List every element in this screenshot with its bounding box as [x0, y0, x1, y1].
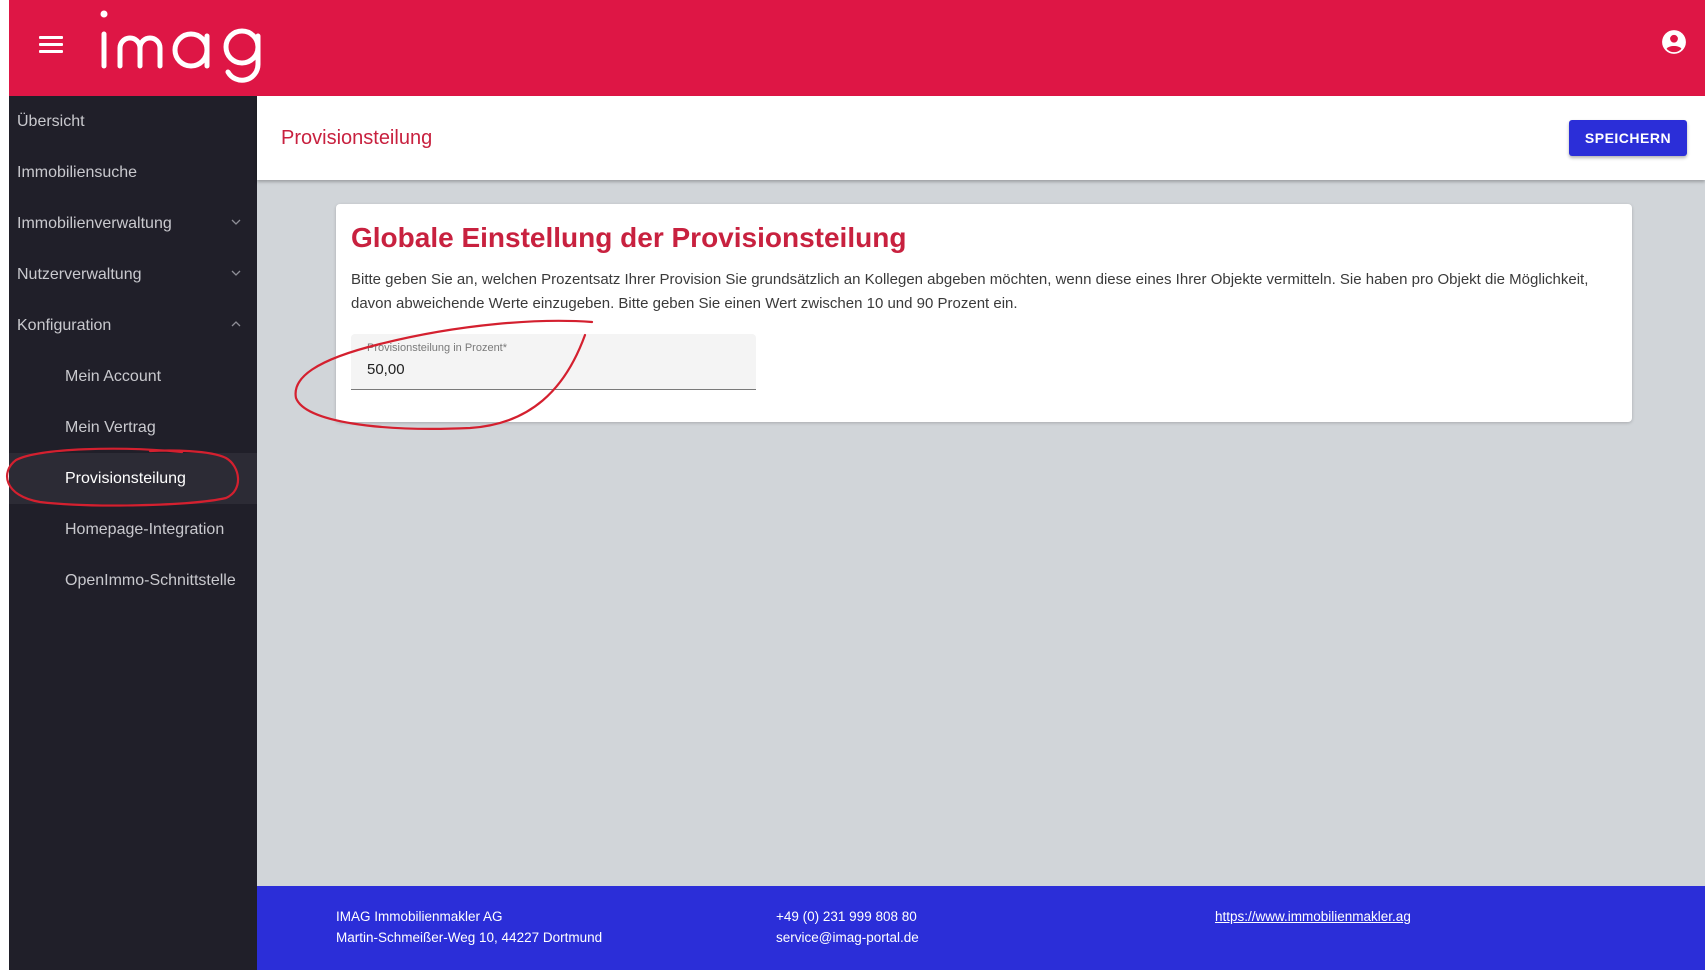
sidebar-item-label: Mein Vertrag [65, 418, 156, 436]
field-label: Provisionsteilung in Prozent* [367, 342, 508, 354]
imag-logo [100, 10, 261, 83]
sidebar-nav: Übersicht Immobiliensuche Immobilienverw… [9, 96, 257, 970]
sidebar-item-mein-vertrag[interactable]: Mein Vertrag [9, 402, 257, 453]
sidebar-item-label: Mein Account [65, 367, 162, 385]
sidebar-item-label: Provisionsteilung [65, 469, 186, 487]
footer-phone: +49 (0) 231 999 808 80 [776, 909, 917, 924]
footer-contact-block: +49 (0) 231 999 808 80 service@imag-port… [776, 906, 919, 948]
sidebar-item-label: Nutzerverwaltung [17, 265, 142, 283]
footer-company-block: IMAG Immobilienmakler AG Martin-Schmeiße… [336, 906, 602, 948]
footer-website-link[interactable]: https://www.immobilienmakler.ag [1215, 909, 1411, 924]
sidebar-item-label: Übersicht [17, 112, 85, 130]
chevron-down-icon [231, 270, 241, 276]
sidebar-item-label: Konfiguration [17, 316, 112, 334]
card-description: Bitte geben Sie an, welchen Prozentsatz … [351, 271, 1589, 312]
sidebar-item-homepage-integration[interactable]: Homepage-Integration [9, 504, 257, 555]
sidebar-item-label: Homepage-Integration [65, 520, 225, 538]
sidebar-item-immobiliensuche[interactable]: Immobiliensuche [9, 147, 257, 198]
sidebar-item-uebersicht[interactable]: Übersicht [9, 96, 257, 147]
sidebar-item-mein-account[interactable]: Mein Account [9, 351, 257, 402]
commission-percent-input[interactable] [367, 358, 737, 380]
page-title: Provisionsteilung [281, 127, 433, 149]
chevron-up-icon [231, 321, 241, 327]
window-edge [0, 0, 9, 970]
footer-company-name: IMAG Immobilienmakler AG [336, 909, 503, 924]
hamburger-menu-icon[interactable] [36, 32, 66, 58]
sidebar-item-provisionsteilung[interactable]: Provisionsteilung [9, 453, 257, 504]
account-circle-icon[interactable] [1661, 29, 1687, 55]
commission-percent-field[interactable]: Provisionsteilung in Prozent* [351, 334, 756, 390]
footer: IMAG Immobilienmakler AG Martin-Schmeiße… [257, 886, 1705, 970]
top-app-bar [9, 0, 1705, 96]
settings-card: Globale Einstellung der Provisionsteilun… [336, 204, 1632, 422]
sidebar-item-label: Immobiliensuche [17, 163, 138, 181]
footer-email: service@imag-portal.de [776, 930, 919, 945]
sidebar-item-nutzerverwaltung[interactable]: Nutzerverwaltung [9, 249, 257, 300]
card-title: Globale Einstellung der Provisionsteilun… [351, 222, 907, 253]
save-button[interactable]: SPEICHERN [1569, 120, 1687, 156]
sidebar-item-openimmo-schnittstelle[interactable]: OpenImmo-Schnittstelle [9, 555, 257, 606]
footer-website-block: https://www.immobilienmakler.ag [1215, 906, 1411, 927]
footer-address: Martin-Schmeißer-Weg 10, 44227 Dortmund [336, 930, 603, 945]
sidebar-item-immobilienverwaltung[interactable]: Immobilienverwaltung [9, 198, 257, 249]
chevron-down-icon [231, 219, 241, 225]
page-header: Provisionsteilung SPEICHERN [257, 96, 1705, 180]
sidebar-item-label: OpenImmo-Schnittstelle [65, 571, 236, 589]
main-content: Provisionsteilung SPEICHERN Globale Eins… [257, 96, 1705, 886]
sidebar-item-label: Immobilienverwaltung [17, 214, 172, 232]
sidebar-item-konfiguration[interactable]: Konfiguration [9, 300, 257, 351]
